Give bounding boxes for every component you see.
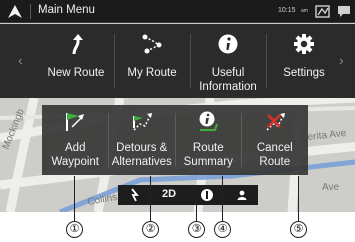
page-title: Main Menu	[38, 4, 95, 16]
phone-signal-icon[interactable]	[315, 4, 331, 19]
settings-label: Settings	[283, 67, 325, 79]
view-mode-toggle[interactable]: 2D	[162, 188, 176, 200]
route-summary-button[interactable]: Route Summary	[175, 105, 242, 175]
info-icon	[218, 34, 238, 54]
gear-icon	[294, 34, 314, 54]
callout-line	[298, 176, 299, 222]
useful-information-label: Useful Information	[199, 67, 257, 93]
new-route-label: New Route	[47, 67, 105, 79]
navigation-arrow-icon[interactable]	[4, 3, 26, 20]
my-route-button[interactable]: My Route	[114, 24, 190, 98]
clock-time: 10:15	[278, 7, 296, 14]
callout-1: ①	[66, 221, 83, 238]
route-summary-label: Route Summary	[183, 142, 233, 168]
callout-line	[196, 198, 197, 222]
add-waypoint-flag-icon	[66, 113, 85, 131]
street-label: Ave	[322, 182, 339, 193]
callout-5: ⑤	[290, 221, 307, 238]
cancel-route-button[interactable]: Cancel Route	[242, 105, 309, 175]
add-waypoint-label: Add Waypoint	[51, 142, 99, 168]
callout-3: ③	[188, 221, 205, 238]
user-icon[interactable]	[235, 188, 249, 202]
callout-line	[74, 176, 75, 222]
callout-2: ②	[142, 221, 159, 238]
map-control-strip: 2D	[118, 185, 258, 205]
new-route-button[interactable]: New Route	[38, 24, 114, 98]
callout-line	[222, 176, 223, 222]
cancel-route-label: Cancel Route	[256, 142, 293, 168]
settings-button[interactable]: Settings	[266, 24, 342, 98]
clock-ampm: am	[301, 8, 308, 14]
detours-alternatives-button[interactable]: Detours & Alternatives	[109, 105, 176, 175]
callout-line	[150, 176, 151, 222]
my-route-icon	[142, 34, 162, 54]
main-menu-bar: ‹ › New Route My Route Useful Informatio…	[0, 24, 355, 98]
detour-flag-icon	[132, 113, 152, 131]
callout-4: ④	[214, 221, 231, 238]
cancel-route-icon	[266, 113, 285, 131]
message-icon[interactable]	[336, 4, 352, 19]
route-arrow-icon	[72, 34, 83, 55]
status-bar: Main Menu 10:15 am	[0, 0, 355, 23]
my-route-label: My Route	[127, 67, 177, 79]
add-waypoint-button[interactable]: Add Waypoint	[42, 105, 109, 175]
route-options-panel: Add Waypoint Detours & Alternatives Rout…	[42, 105, 308, 175]
compass-icon[interactable]	[200, 188, 214, 202]
nav-screen: Mockingb Collins erita Ave Ave Main Menu…	[0, 0, 355, 212]
useful-information-button[interactable]: Useful Information	[190, 24, 266, 98]
detours-alternatives-label: Detours & Alternatives	[111, 142, 172, 168]
menu-prev-chevron-icon[interactable]: ‹	[18, 52, 23, 68]
route-summary-icon	[199, 111, 219, 131]
poi-icon[interactable]	[128, 188, 142, 202]
status-separator	[30, 4, 31, 19]
